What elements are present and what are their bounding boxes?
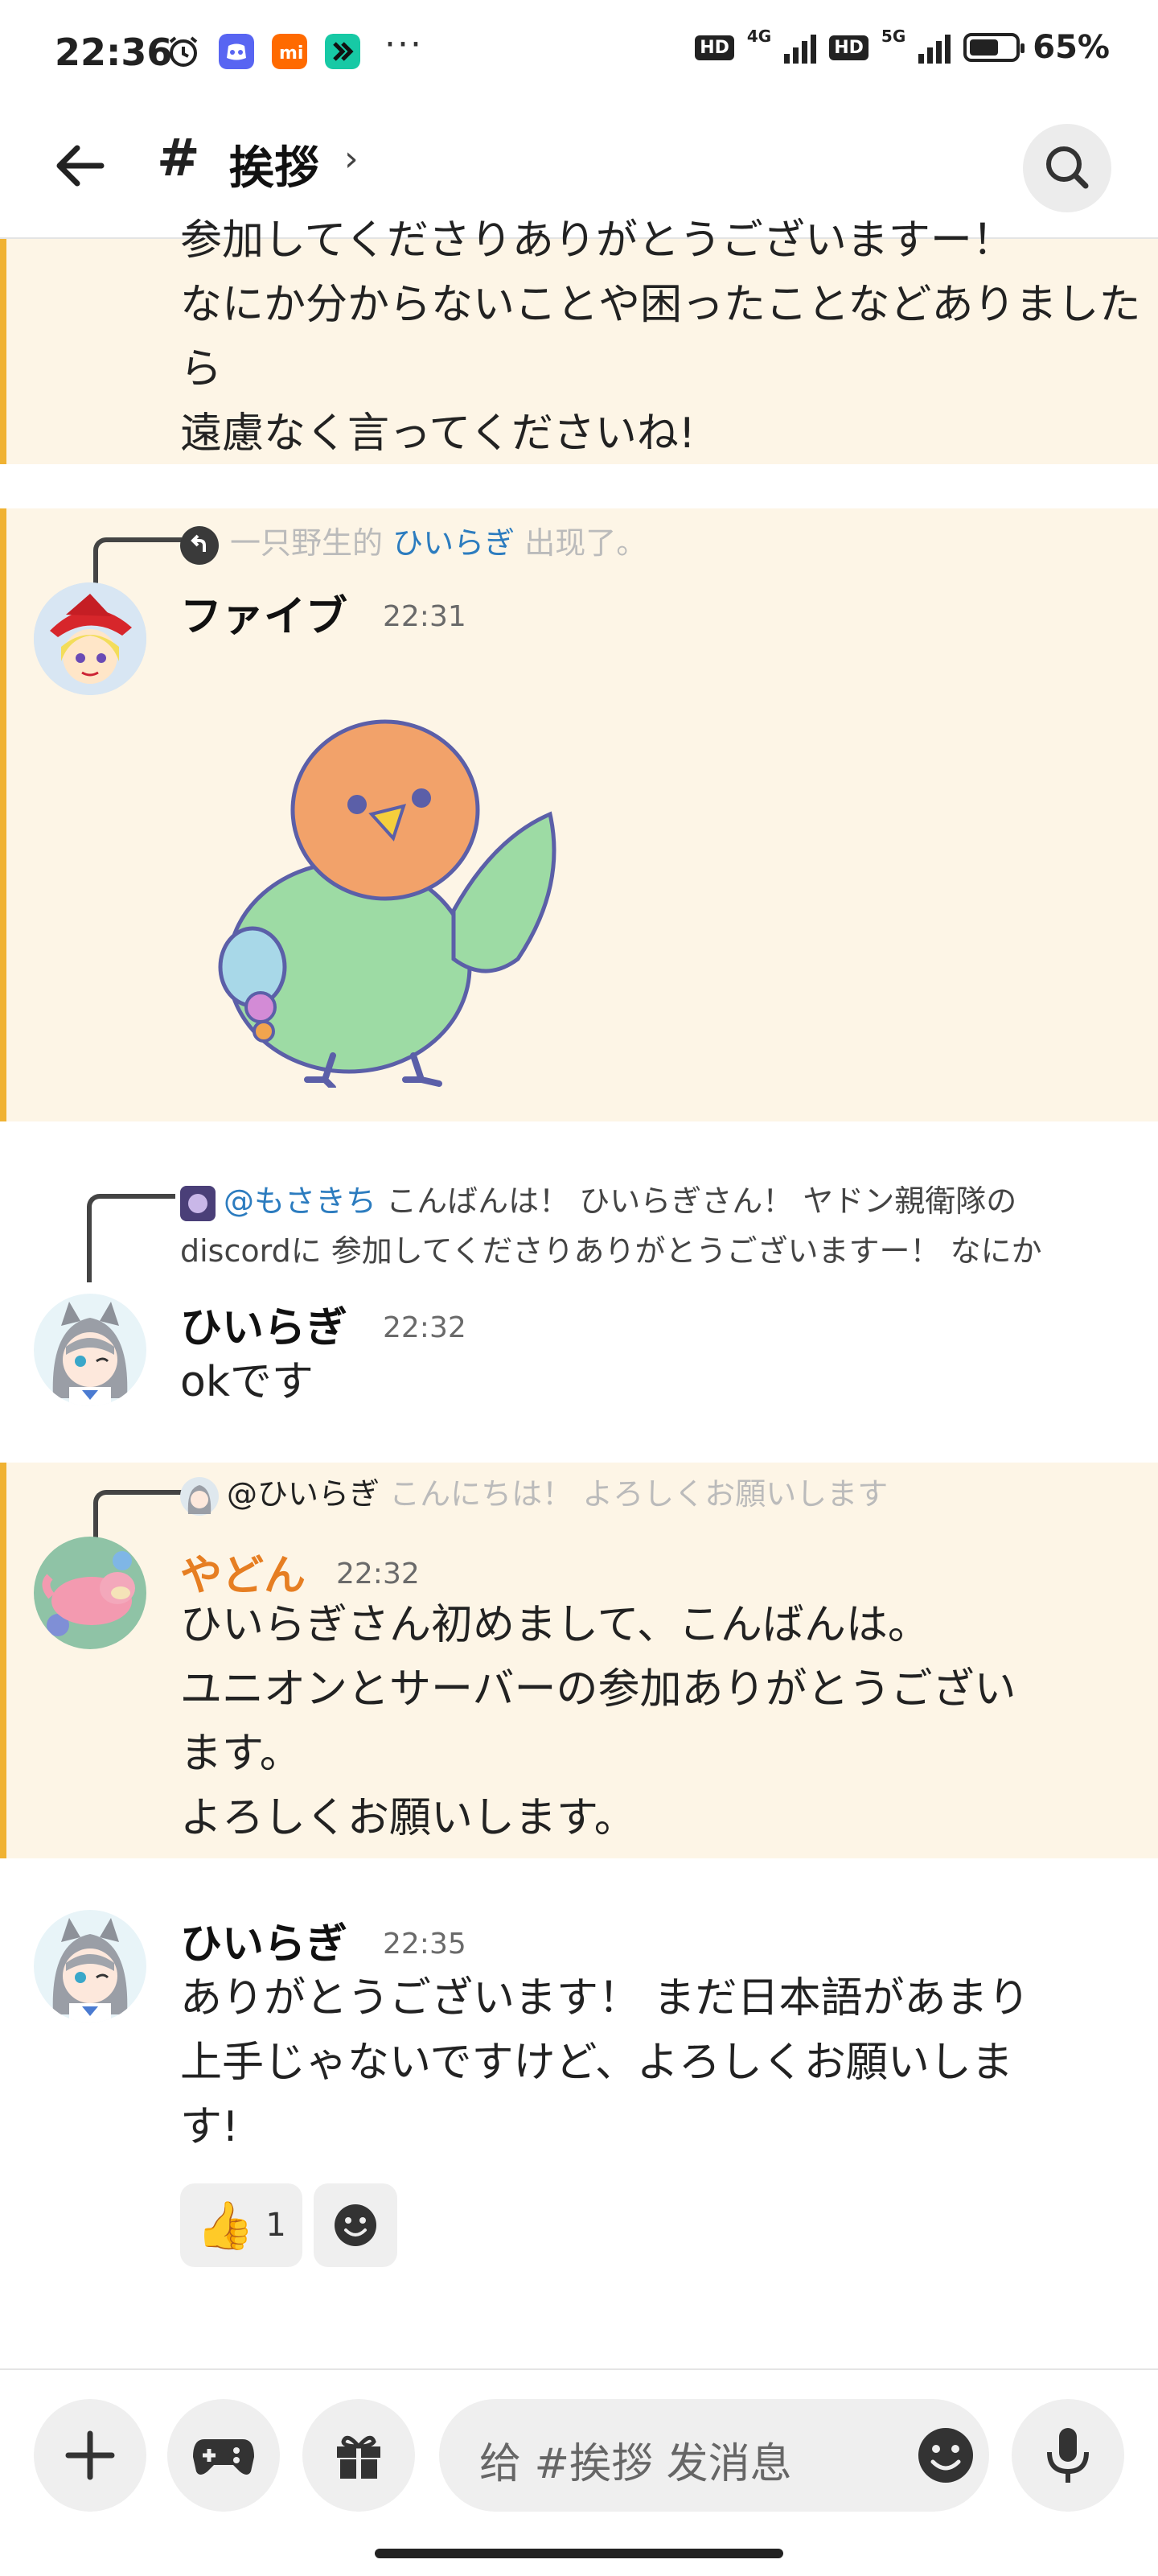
search-button[interactable]: [1023, 124, 1111, 212]
reply-avatar: [180, 1185, 216, 1221]
microphone-icon: [1047, 2428, 1089, 2483]
avatar[interactable]: [34, 1537, 146, 1649]
reaction-thumbs-up[interactable]: 👍 1: [180, 2183, 302, 2267]
hd-badge-1: HD: [695, 35, 734, 60]
back-arrow-icon[interactable]: [48, 134, 113, 198]
reply-avatar: [180, 1476, 219, 1516]
message-highlight: @ひいらぎ こんにちは！ よろしくお願いします やどん 22:32 ひいらぎさん…: [0, 1463, 1158, 1858]
message-highlight: 一只野生的 ひいらぎ 出现了。 ファイブ 22:31: [0, 508, 1158, 1121]
reply-preview[interactable]: @もさきち こんばんは！ ひいらぎさん！ ヤドン親衛隊の discordに 参加…: [180, 1176, 1042, 1276]
add-attachment-button[interactable]: [34, 2399, 146, 2512]
reply-preview[interactable]: 一只野生的 ひいらぎ 出现了。: [180, 518, 647, 565]
message-text: okです: [180, 1358, 314, 1406]
emoji-icon: [918, 2428, 973, 2483]
reply-text: こんにちは！ よろしくお願いします: [389, 1476, 889, 1512]
app-icon: [325, 34, 360, 69]
mi-icon: mi: [272, 34, 307, 69]
thumbs-up-icon: 👍: [196, 2197, 255, 2253]
message-time: 22:35: [383, 1928, 466, 1961]
reply-connector: [93, 1490, 182, 1538]
battery-icon: [963, 33, 1025, 62]
channel-hash-icon: #: [157, 129, 200, 188]
status-bar: 22:36 mi ··· HD 4G HD 5G 65%: [0, 0, 1158, 105]
clock: 22:36: [55, 31, 173, 74]
avatar[interactable]: [34, 1910, 146, 2023]
author-name[interactable]: ひいらぎ: [180, 1294, 347, 1354]
add-reaction-button[interactable]: [314, 2183, 397, 2267]
message-composer: 给 #挨拶 发消息: [0, 2368, 1158, 2576]
message-text: ひいらぎさん初めまして、こんばんは。 ユニオンとサーバーの参加ありがとうござい …: [180, 1601, 1016, 1842]
message-placeholder: 给 #挨拶 发消息: [479, 2440, 792, 2488]
message-input[interactable]: 给 #挨拶 发消息: [439, 2399, 989, 2512]
smiley-icon: [335, 2204, 376, 2246]
activities-button[interactable]: [167, 2399, 280, 2512]
message-time: 22:31: [383, 600, 466, 633]
reaction-count: 1: [265, 2207, 286, 2244]
hd-badge-2: HD: [829, 35, 868, 60]
voice-message-button[interactable]: [1012, 2399, 1124, 2512]
reply-user[interactable]: ひいらぎ: [392, 525, 515, 561]
reply-mention[interactable]: @もさきち: [224, 1183, 376, 1219]
reply-connector: [93, 537, 182, 587]
channel-title[interactable]: 挨拶: [229, 132, 319, 197]
reply-text-line2: discordに 参加してくださりありがとうございますー！ なにか: [180, 1233, 1042, 1269]
reply-preview[interactable]: @ひいらぎ こんにちは！ よろしくお願いします: [180, 1469, 888, 1516]
author-name[interactable]: ひいらぎ: [180, 1910, 347, 1970]
plus-icon: [65, 2430, 115, 2480]
author-name[interactable]: ファイブ: [180, 582, 347, 643]
reply-user[interactable]: @ひいらぎ: [227, 1476, 380, 1512]
reply-system-icon: [180, 525, 219, 565]
reply-suffix: 出现了。: [524, 525, 647, 561]
message-time: 22:32: [383, 1311, 466, 1344]
network-type-2: 5G: [881, 27, 906, 46]
reply-prefix: 一只野生的: [230, 525, 384, 561]
home-indicator: [375, 2549, 783, 2558]
search-icon: [1046, 146, 1089, 189]
message-highlight: 参加してくださりありがとうございますー！ なにか分からないことや困ったことなどあ…: [0, 216, 1158, 464]
svg-text:mi: mi: [279, 43, 303, 64]
reply-connector: [87, 1194, 175, 1282]
avatar[interactable]: [34, 582, 146, 695]
message-text: ありがとうございます！ まだ日本語があまり 上手じゃないですけど、よろしくお願い…: [180, 1974, 1030, 2151]
status-right: HD 4G HD 5G 65%: [695, 27, 1110, 66]
gift-button[interactable]: [302, 2399, 415, 2512]
avatar[interactable]: [34, 1294, 146, 1406]
more-notifications: ···: [384, 24, 423, 65]
discord-icon: [219, 34, 254, 69]
reply-text-line1: こんばんは！ ひいらぎさん！ ヤドン親衛隊の: [386, 1183, 1017, 1219]
battery-percent: 65%: [1033, 29, 1110, 66]
message-time: 22:32: [336, 1558, 420, 1590]
bird-sticker-image[interactable]: [212, 702, 582, 1088]
gift-icon: [337, 2435, 380, 2479]
network-type-1: 4G: [746, 27, 772, 46]
gamepad-icon: [193, 2439, 254, 2475]
emoji-button[interactable]: [902, 2412, 989, 2499]
alarm-icon: [169, 36, 198, 67]
signal-icon-1: [784, 31, 817, 64]
chevron-right-icon[interactable]: ›: [344, 138, 359, 179]
message-text: 参加してくださりありがとうございますー！ なにか分からないことや困ったことなどあ…: [180, 216, 1141, 458]
signal-icon-2: [918, 31, 951, 64]
